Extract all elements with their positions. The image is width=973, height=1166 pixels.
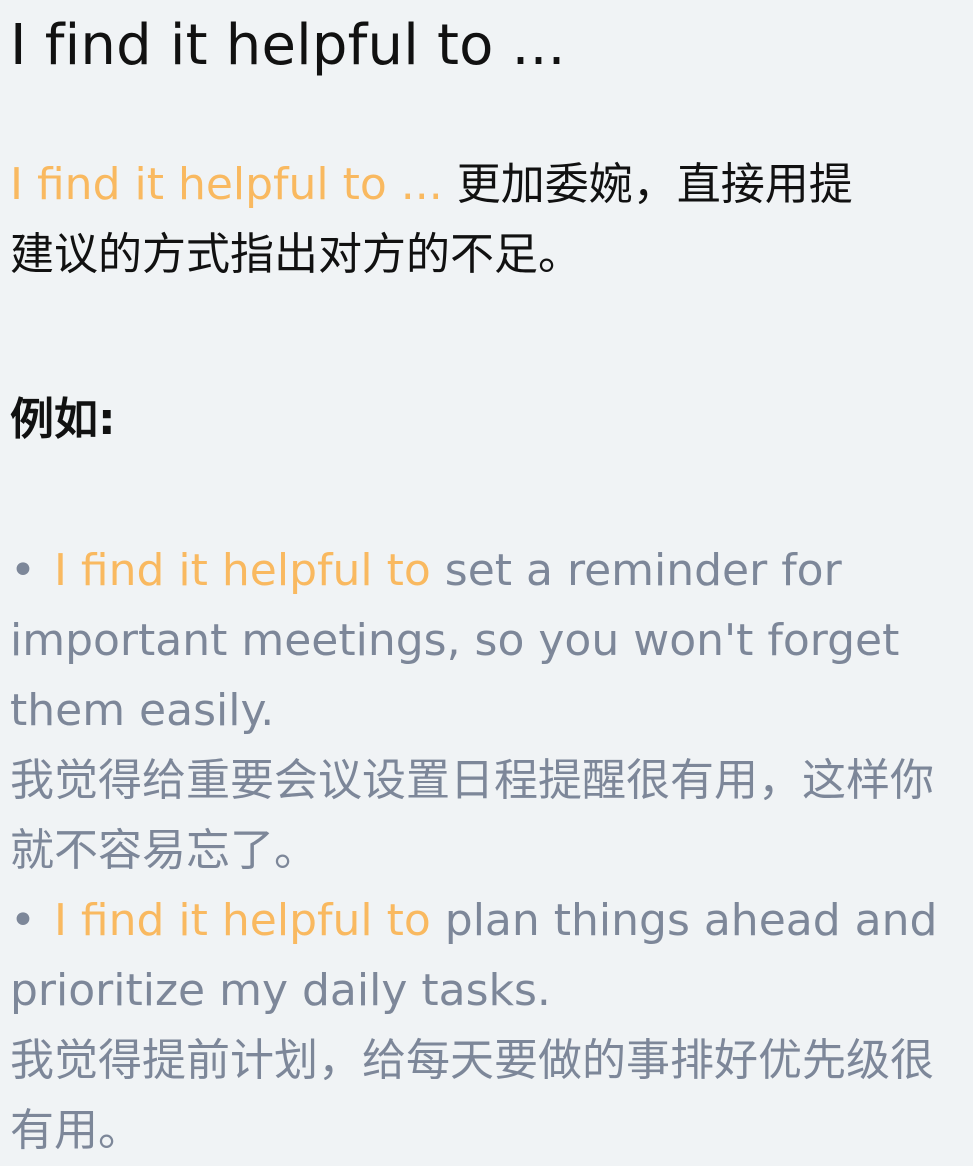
examples-list: • I find it helpful to set a reminder for… bbox=[10, 536, 963, 1166]
bullet-dot: • bbox=[10, 545, 36, 596]
example-item: • I find it helpful to set a reminder for… bbox=[10, 536, 963, 886]
examples-label: 例如: bbox=[10, 394, 116, 445]
bullet-dot: • bbox=[10, 895, 36, 946]
page-title: I find it helpful to ... bbox=[10, 13, 566, 78]
example-highlight: I find it helpful to bbox=[53, 895, 431, 946]
example-item: • I find it helpful to plan things ahead … bbox=[10, 886, 963, 1166]
intro-highlight: I find it helpful to ... bbox=[10, 159, 443, 210]
example-chinese: 我觉得给重要会议设置日程提醒很有用，这样你就不容易忘了。 bbox=[10, 755, 934, 876]
example-chinese: 我觉得提前计划，给每天要做的事排好优先级很有用。 bbox=[10, 1035, 934, 1156]
intro-text-line2: 建议的方式指出对方的不足。 bbox=[10, 229, 582, 280]
example-highlight: I find it helpful to bbox=[53, 545, 431, 596]
intro-text-line1: 更加委婉，直接用提 bbox=[442, 159, 853, 210]
intro-paragraph: I find it helpful to ... 更加委婉，直接用提建议的方式指… bbox=[10, 150, 963, 290]
